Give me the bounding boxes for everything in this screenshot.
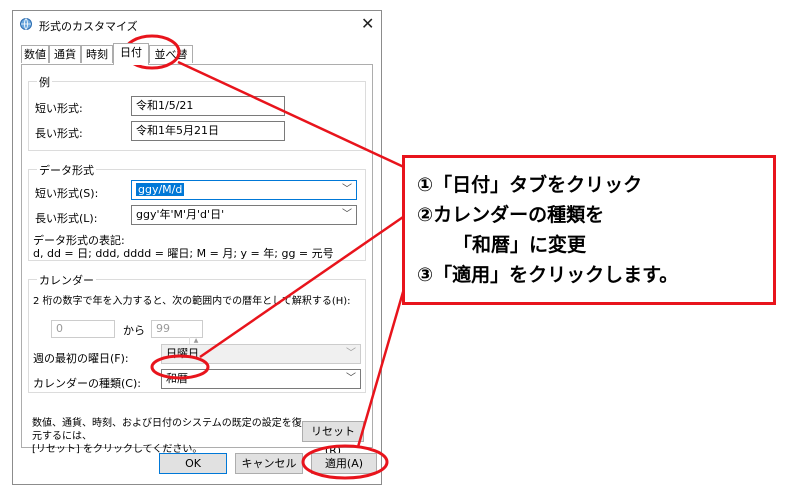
- instruction-callout: ①「日付」タブをクリック ②カレンダーの種類を 「和暦」に変更 ③「適用」をクリ…: [402, 155, 776, 305]
- instruction-step-1: ①「日付」タブをクリック: [417, 174, 643, 196]
- tab-date[interactable]: 日付: [113, 43, 149, 65]
- instruction-step-3: ③「適用」をクリックします。: [417, 264, 679, 286]
- pointer-line-calendar: [199, 213, 407, 359]
- instruction-step-2-cont: 「和暦」に変更: [453, 234, 587, 256]
- instruction-step-2: ②カレンダーの種類を: [417, 204, 605, 226]
- apply-button-highlight: [301, 444, 389, 480]
- calendar-type-highlight: [150, 354, 210, 380]
- pointer-line-tab: [177, 60, 407, 170]
